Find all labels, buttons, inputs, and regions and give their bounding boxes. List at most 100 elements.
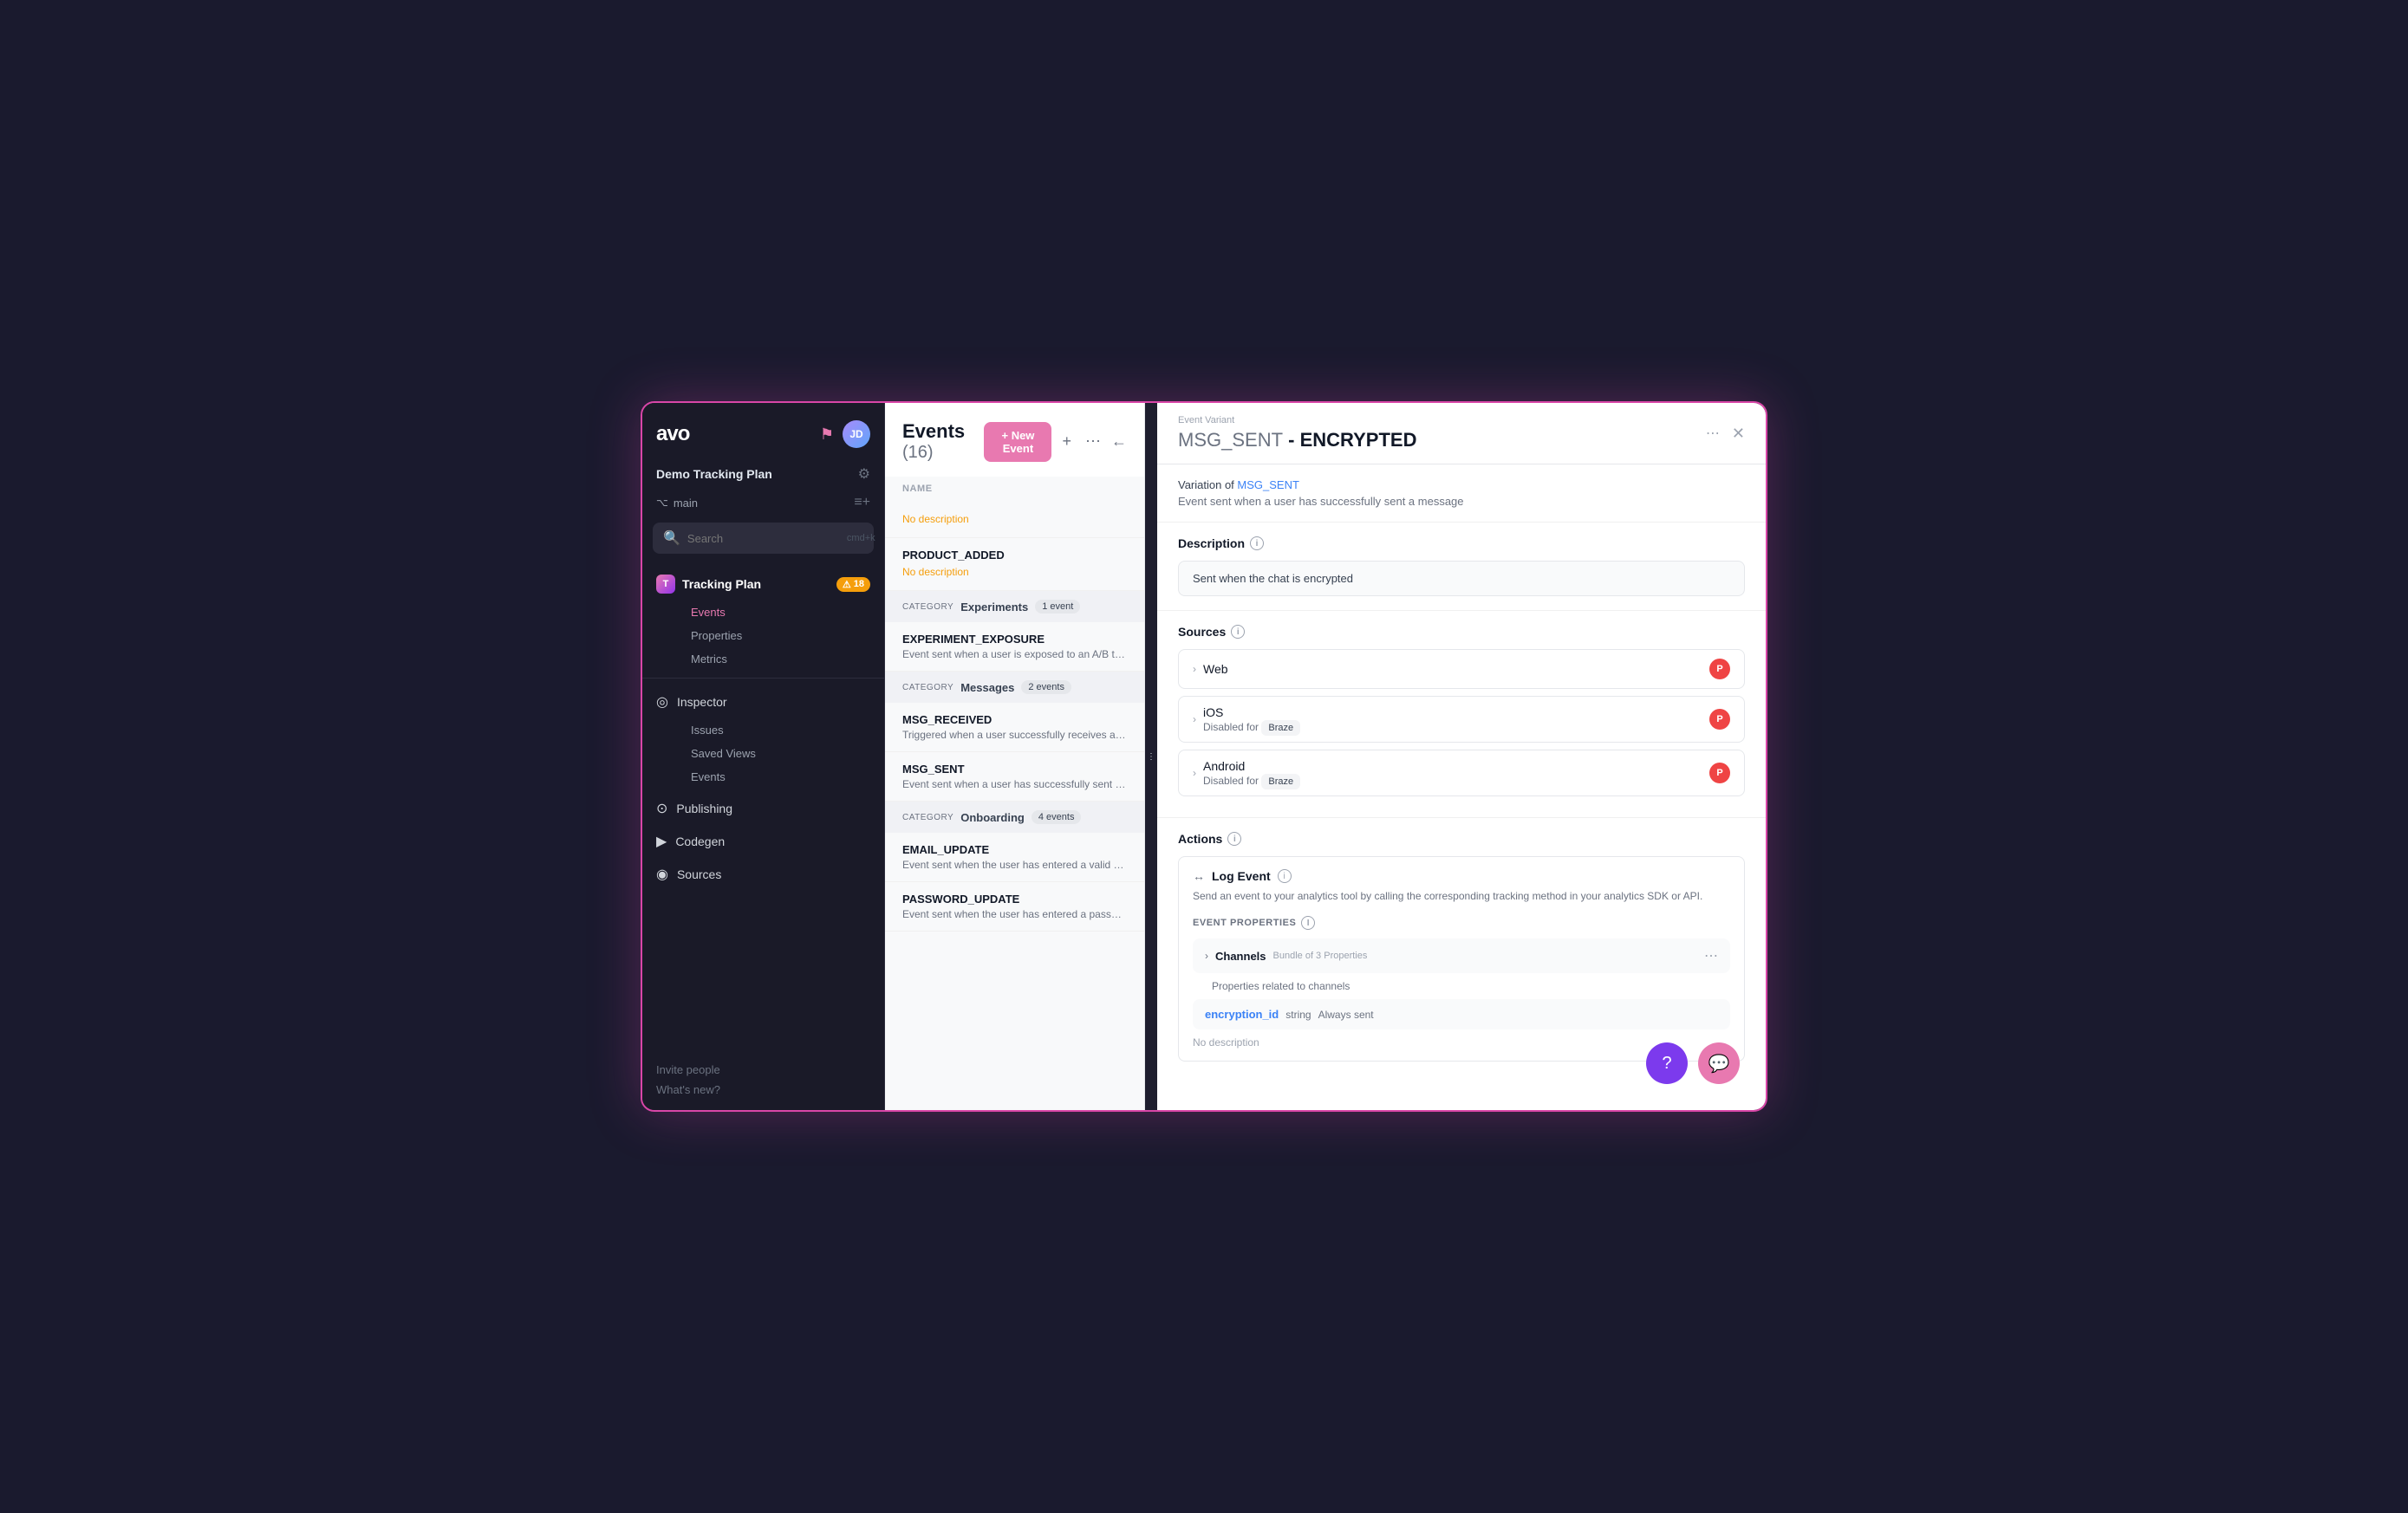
event-variant-label: Event Variant: [1178, 415, 1416, 425]
sources-nav-item[interactable]: ◉ Sources: [642, 858, 884, 891]
events-actions: + New Event + ⋯ ←: [984, 422, 1127, 462]
inspector-nav-item[interactable]: ◎ Inspector: [642, 685, 884, 718]
fab-container: ? 💬: [1646, 1042, 1740, 1084]
actions-title: Actions i: [1178, 832, 1745, 846]
category-label: CATEGORY: [902, 813, 953, 822]
category-name: Messages: [960, 681, 1014, 694]
list-item[interactable]: No description: [885, 501, 1144, 538]
more-options-button[interactable]: ⋯: [1702, 421, 1723, 445]
source-info: Android Disabled for Braze: [1203, 759, 1300, 787]
braze-badge: Braze: [1261, 774, 1300, 789]
list-item[interactable]: MSG_SENT Event sent when a user has succ…: [885, 752, 1144, 802]
chevron-icon: ›: [1193, 663, 1196, 675]
publishing-icon: ⊙: [656, 800, 667, 817]
event-properties-header: EVENT PROPERTIES i: [1193, 916, 1730, 930]
gear-icon[interactable]: ⚙: [858, 465, 870, 483]
invite-people-link[interactable]: Invite people: [656, 1060, 870, 1080]
source-right: P: [1709, 709, 1730, 730]
category-name: Onboarding: [960, 811, 1025, 824]
flag-icon[interactable]: ⚑: [820, 425, 834, 444]
avatar[interactable]: JD: [843, 420, 870, 448]
event-name: EMAIL_UPDATE: [902, 843, 1127, 856]
event-title-prefix: MSG_SENT: [1178, 429, 1283, 451]
branch-icon: ⌥: [656, 497, 668, 509]
back-button[interactable]: ←: [1111, 432, 1127, 451]
sidebar-item-issues[interactable]: Issues: [677, 718, 884, 742]
sidebar-item-properties[interactable]: Properties: [677, 624, 884, 647]
source-left: › iOS Disabled for Braze: [1193, 705, 1300, 733]
list-item[interactable]: PASSWORD_UPDATE Event sent when the user…: [885, 882, 1144, 932]
sources-section: Sources i › Web P: [1157, 611, 1766, 818]
chat-fab-button[interactable]: 💬: [1698, 1042, 1740, 1084]
new-event-button[interactable]: + New Event: [984, 422, 1051, 462]
action-item: ↔ Log Event i Send an event to your anal…: [1178, 856, 1745, 1062]
source-name: Android: [1203, 759, 1300, 773]
sidebar-item-inspector-events[interactable]: Events: [677, 765, 884, 789]
main-content: Events (16) + New Event + ⋯ ← NAME No de…: [885, 403, 1766, 1110]
events-count-badge: 1 event: [1035, 600, 1080, 614]
source-item-ios[interactable]: › iOS Disabled for Braze P: [1178, 696, 1745, 743]
category-name: Experiments: [960, 601, 1028, 614]
source-item-web[interactable]: › Web P: [1178, 649, 1745, 689]
search-box[interactable]: 🔍 cmd+k: [653, 523, 874, 554]
whats-new-link[interactable]: What's new?: [656, 1080, 870, 1100]
property-row[interactable]: encryption_id string Always sent: [1193, 999, 1730, 1029]
log-event-info-icon[interactable]: i: [1278, 869, 1292, 883]
event-variant-title: MSG_SENT - ENCRYPTED: [1178, 429, 1416, 451]
detail-header: Event Variant MSG_SENT - ENCRYPTED ⋯ ✕: [1157, 403, 1766, 464]
sidebar-item-events[interactable]: Events: [677, 601, 884, 624]
close-button[interactable]: ✕: [1732, 425, 1745, 443]
drag-handle[interactable]: ⋮: [1145, 403, 1157, 1110]
braze-badge: Braze: [1261, 720, 1300, 736]
description-info-icon[interactable]: i: [1250, 536, 1264, 550]
sidebar-item-saved-views[interactable]: Saved Views: [677, 742, 884, 765]
tracking-plan-item[interactable]: T Tracking Plan ⚠ 18: [642, 568, 884, 601]
variation-info: Variation of MSG_SENT Event sent when a …: [1157, 464, 1766, 523]
tracking-plan-subnav: Events Properties Metrics: [642, 601, 884, 671]
source-item-android[interactable]: › Android Disabled for Braze P: [1178, 750, 1745, 796]
event-name: PASSWORD_UPDATE: [902, 893, 1127, 906]
action-desc: Send an event to your analytics tool by …: [1193, 888, 1730, 904]
inspector-section: ◎ Inspector Issues Saved Views Events: [642, 682, 884, 792]
actions-info-icon[interactable]: i: [1227, 832, 1241, 846]
sidebar-header: avo ⚑ JD: [642, 403, 884, 458]
event-title-suffix: - ENCRYPTED: [1288, 429, 1416, 451]
variation-link[interactable]: MSG_SENT: [1237, 478, 1299, 491]
help-fab-button[interactable]: ?: [1646, 1042, 1688, 1084]
list-item[interactable]: MSG_RECEIVED Triggered when a user succe…: [885, 703, 1144, 752]
source-info: iOS Disabled for Braze: [1203, 705, 1300, 733]
codegen-nav-item[interactable]: ▶ Codegen: [642, 825, 884, 858]
sources-title: Sources i: [1178, 625, 1745, 639]
search-shortcut: cmd+k: [847, 533, 875, 543]
chevron-icon: ›: [1193, 713, 1196, 725]
add-icon-btn[interactable]: +: [1058, 429, 1075, 454]
bundle-more-icon[interactable]: ⋯: [1704, 947, 1718, 964]
description-box[interactable]: Sent when the chat is encrypted: [1178, 561, 1745, 596]
variation-prefix: Variation of: [1178, 478, 1234, 491]
branch-row: ⌥ main ≡+: [642, 490, 884, 519]
bundle-desc: Properties related to channels: [1193, 980, 1730, 992]
sidebar-item-metrics[interactable]: Metrics: [677, 647, 884, 671]
events-count: (16): [902, 443, 934, 462]
sources-icon: ◉: [656, 866, 668, 883]
prop-sent: Always sent: [1318, 1009, 1374, 1021]
menu-icon-btn[interactable]: ⋯: [1082, 429, 1104, 454]
action-icon: ↔: [1193, 869, 1205, 883]
list-item[interactable]: EMAIL_UPDATE Event sent when the user ha…: [885, 833, 1144, 882]
event-name: MSG_RECEIVED: [902, 713, 1127, 726]
workspace-name: Demo Tracking Plan: [656, 467, 772, 481]
list-item[interactable]: EXPERIMENT_EXPOSURE Event sent when a us…: [885, 622, 1144, 672]
sources-info-icon[interactable]: i: [1231, 625, 1245, 639]
bundle-row[interactable]: › Channels Bundle of 3 Properties ⋯: [1193, 938, 1730, 973]
event-properties-info-icon[interactable]: i: [1301, 916, 1315, 930]
events-panel: Events (16) + New Event + ⋯ ← NAME No de…: [885, 403, 1145, 1110]
add-branch-button[interactable]: ≡+: [854, 495, 870, 510]
events-title-text: Events: [902, 420, 965, 442]
actions-section: Actions i ↔ Log Event i Send an event to…: [1157, 818, 1766, 1075]
search-input[interactable]: [687, 532, 840, 545]
event-desc: Event sent when a user is exposed to an …: [902, 648, 1127, 660]
publishing-nav-item[interactable]: ⊙ Publishing: [642, 792, 884, 825]
detail-header-actions: ⋯ ✕: [1702, 421, 1745, 445]
source-right: P: [1709, 763, 1730, 783]
list-item[interactable]: PRODUCT_ADDED No description: [885, 538, 1144, 591]
